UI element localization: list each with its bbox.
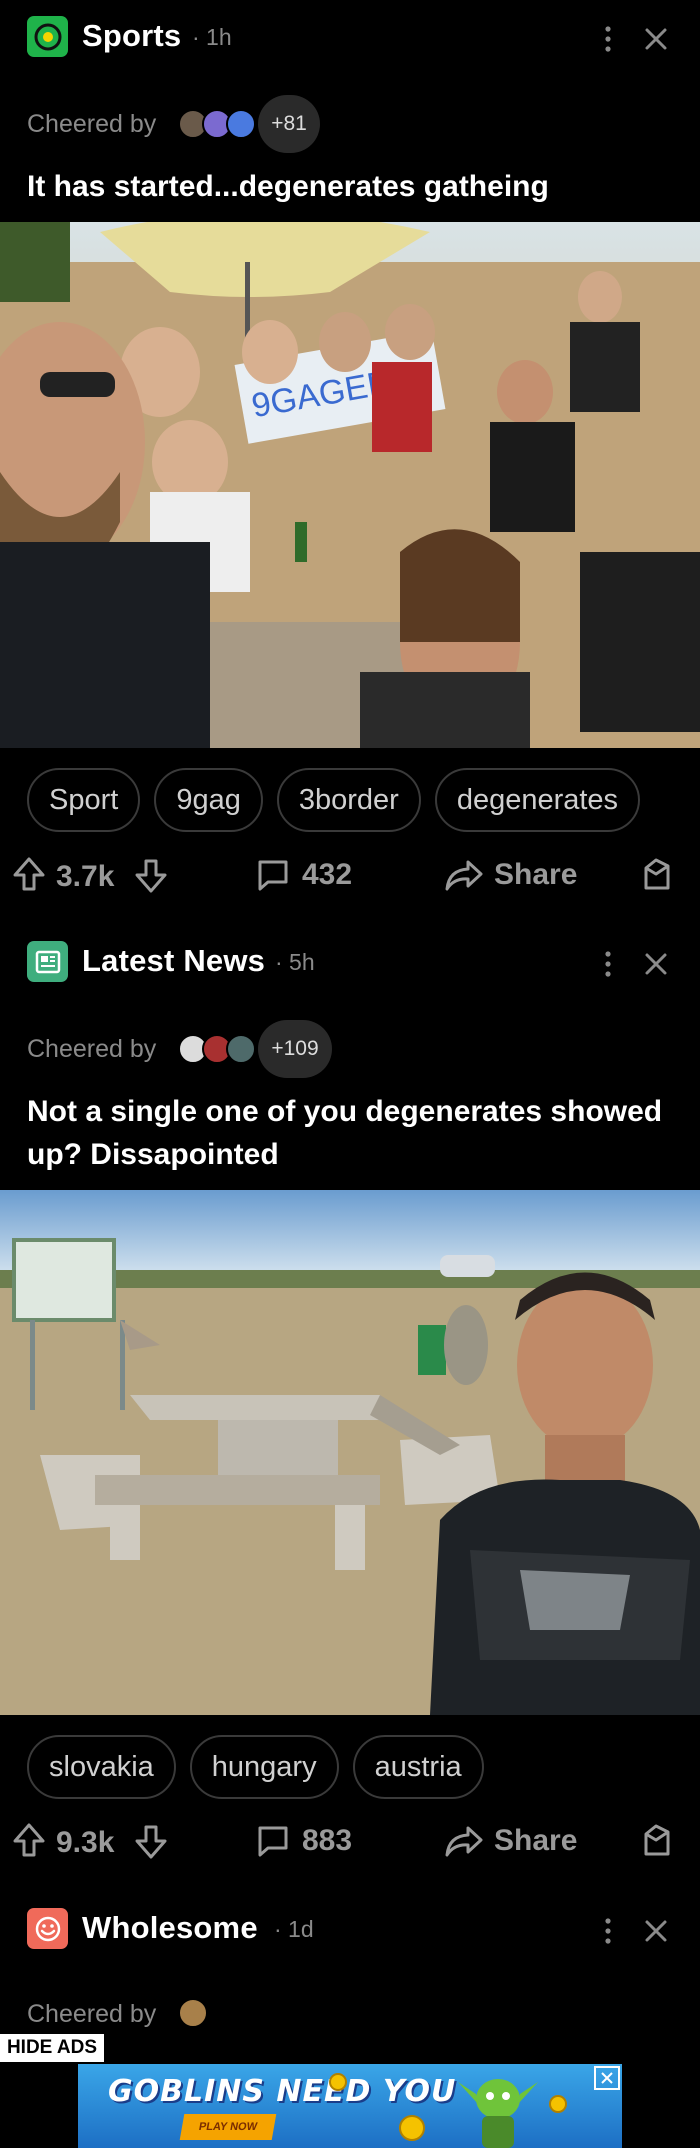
comment-icon [258,860,288,891]
coin-icon [549,2095,567,2113]
tag-chip[interactable]: 3border [276,768,421,832]
avatar [226,109,256,139]
ad-headline: GOBLINS NEED YOU [108,2074,457,2109]
action-bar: 3.7k 432 Share [0,852,700,902]
post-title[interactable]: It has started...degenerates gatheing [27,165,667,208]
cheered-by-label: Cheered by [27,110,157,138]
share-icon [445,1826,483,1857]
coin-icon [399,2115,425,2141]
post-card-latest-news: Latest News · 5h Cheered by +109 Not a s… [0,925,700,1885]
post-time: · 1d [274,1916,314,1942]
upvote-icon [13,857,45,891]
bookmark-icon [644,1824,670,1856]
comments-button[interactable]: 883 [256,1824,352,1858]
cheer-avatars[interactable] [178,1034,256,1064]
upvote-button[interactable] [12,1822,46,1858]
save-button[interactable] [640,1822,674,1860]
post-title[interactable]: Not a single one of you degenerates show… [27,1090,667,1176]
post-time: · 5h [275,949,315,975]
comment-icon [258,1826,288,1857]
hide-ads-button[interactable]: HIDE ADS [0,2034,104,2062]
close-icon [601,2072,613,2084]
share-label: Share [494,1824,578,1857]
coin-icon [329,2073,347,2091]
save-button[interactable] [640,856,674,894]
wholesome-icon[interactable] [27,1908,68,1949]
action-bar: 9.3k 883 Share [0,1818,700,1868]
tag-chip[interactable]: austria [352,1735,484,1799]
share-icon [445,860,483,891]
close-icon[interactable] [643,1918,669,1944]
comment-count: 883 [302,1824,353,1857]
post-image[interactable]: 9GAGERS [0,222,700,748]
news-icon[interactable] [27,941,68,982]
tag-chip[interactable]: hungary [189,1735,339,1799]
post-image[interactable] [0,1190,700,1715]
comments-button[interactable]: 432 [256,858,352,892]
tag-chip[interactable]: 9gag [154,768,263,832]
post-card-sports: Sports · 1h Cheered by +81 It has starte… [0,0,700,940]
upvote-icon [13,1823,45,1857]
cheered-by-label: Cheered by [27,2000,157,2028]
bookmark-icon [644,858,670,890]
tag-chip[interactable]: degenerates [434,768,641,832]
avatar [226,1034,256,1064]
ad-close-button[interactable] [594,2066,620,2090]
more-options-icon[interactable] [596,1916,620,1946]
goblin-image [458,2079,538,2148]
post-header: Wholesome · 1d [0,1892,700,1962]
community-name[interactable]: Sports [82,18,181,54]
share-button[interactable]: Share [444,858,577,892]
cheer-avatars[interactable] [178,1998,208,2028]
vote-count: 3.7k [56,860,115,893]
downvote-button[interactable] [134,858,168,894]
downvote-icon [135,859,167,893]
cheer-count-badge[interactable]: +109 [258,1020,332,1078]
share-button[interactable]: Share [444,1824,577,1858]
cheer-avatars[interactable] [178,109,256,139]
vote-count: 9.3k [56,1826,115,1859]
community-name[interactable]: Wholesome [82,1910,258,1946]
upvote-button[interactable] [12,856,46,892]
avatar [178,1998,208,2028]
post-header: Latest News · 5h [0,925,700,995]
close-icon[interactable] [643,951,669,977]
downvote-icon [135,1825,167,1859]
cheered-by-label: Cheered by [27,1035,157,1063]
share-label: Share [494,858,578,891]
post-header: Sports · 1h [0,0,700,70]
ad-banner[interactable]: GOBLINS NEED YOU PLAY NOW [78,2064,622,2148]
comment-count: 432 [302,858,353,891]
close-icon[interactable] [643,26,669,52]
community-name[interactable]: Latest News [82,943,265,979]
more-options-icon[interactable] [596,24,620,54]
tag-chip[interactable]: Sport [27,768,141,832]
downvote-button[interactable] [134,1824,168,1860]
cheer-count-badge[interactable]: +81 [258,95,320,153]
sports-icon[interactable] [27,16,68,57]
tag-list: slovakia hungary austria [27,1735,484,1799]
post-time: · 1h [192,24,232,50]
tag-chip[interactable]: slovakia [27,1735,176,1799]
ad-play-button[interactable]: PLAY NOW [179,2114,277,2140]
tag-list: Sport 9gag 3border degenerates [27,768,641,832]
more-options-icon[interactable] [596,949,620,979]
